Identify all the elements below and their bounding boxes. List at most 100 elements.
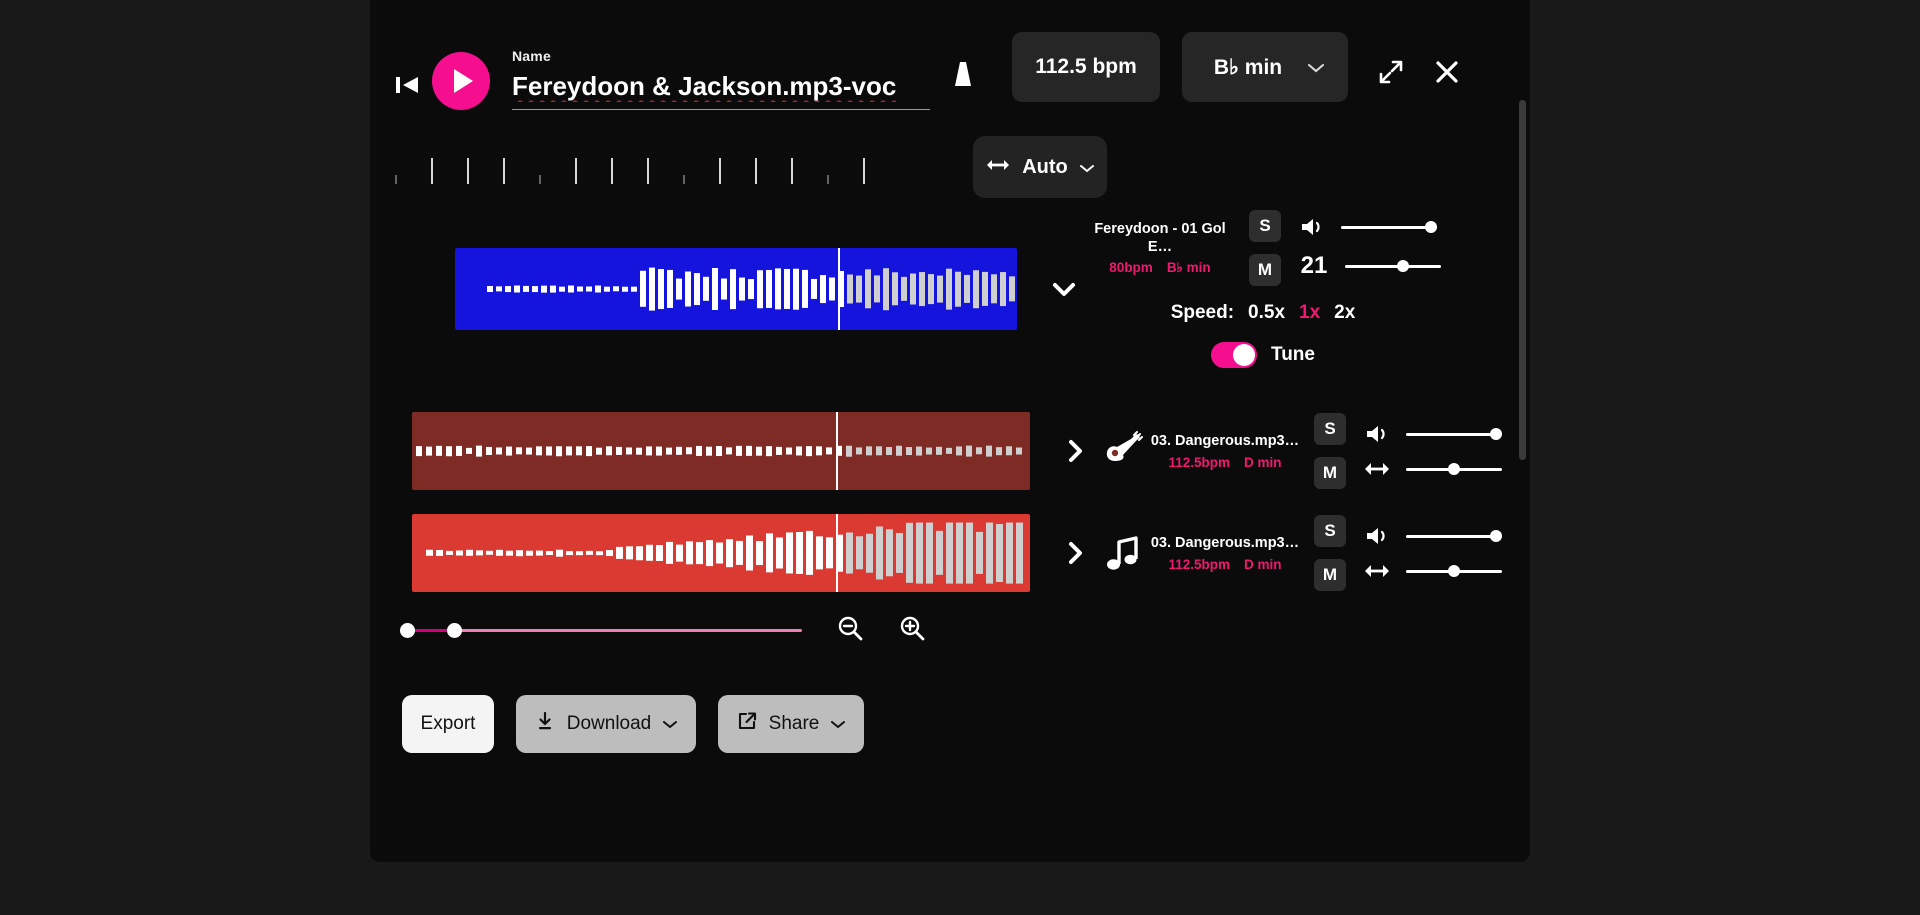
solo-mute-group: S M — [1249, 210, 1281, 286]
waveform-bar — [686, 541, 693, 565]
playhead[interactable] — [836, 514, 838, 592]
waveform-bar — [586, 550, 593, 556]
track-expander[interactable] — [1054, 438, 1096, 464]
zoom-in-icon[interactable] — [898, 614, 926, 647]
volume-icon[interactable] — [1362, 423, 1392, 445]
solo-button[interactable]: S — [1314, 515, 1346, 547]
waveform-bar — [892, 272, 898, 306]
waveform-bar — [876, 526, 883, 580]
volume-slider[interactable] — [1406, 424, 1502, 444]
waveform-bar — [506, 550, 513, 556]
volume-slider[interactable] — [1406, 526, 1502, 546]
arrows-horizontal-icon[interactable] — [1362, 460, 1392, 478]
mute-button[interactable]: M — [1249, 254, 1281, 286]
share-button[interactable]: Share — [718, 695, 864, 753]
metronome-icon[interactable] — [952, 59, 974, 94]
play-button[interactable] — [432, 52, 490, 110]
waveform-bar — [1006, 446, 1012, 456]
expand-icon[interactable] — [1378, 59, 1404, 90]
waveform-bar — [559, 286, 565, 292]
auto-button[interactable]: Auto — [973, 136, 1107, 198]
download-icon — [535, 711, 555, 737]
download-button[interactable]: Download — [516, 695, 696, 753]
waveform-bar — [811, 278, 817, 300]
waveform-bar — [1009, 276, 1015, 302]
waveform-bar — [546, 446, 552, 456]
ruler-tick — [611, 158, 613, 184]
track-key: B♭ min — [1166, 260, 1211, 276]
track-key: D min — [1244, 556, 1282, 572]
tune-toggle[interactable] — [1211, 342, 1257, 368]
name-label: Name — [512, 48, 551, 64]
waveform-bar — [991, 274, 997, 304]
waveform-bar — [916, 522, 923, 584]
waveform-bar — [656, 545, 663, 561]
ruler-tick — [863, 158, 865, 184]
track-row: 03. Dangerous.mp3… 112.5bpm D min S M — [370, 514, 1530, 592]
waveform-bar — [946, 447, 952, 455]
waveform-track-2[interactable] — [412, 412, 1030, 490]
track-row: 03. Dangerous.mp3… 112.5bpm D min S M — [370, 412, 1530, 490]
waveform-bar — [716, 542, 723, 564]
waveform-bar — [486, 550, 493, 556]
volume-slider[interactable] — [1341, 217, 1437, 237]
waveform-bar — [956, 522, 963, 584]
close-icon[interactable] — [1434, 59, 1460, 90]
mute-button[interactable]: M — [1314, 457, 1346, 489]
timeline-ruler[interactable] — [395, 150, 899, 184]
name-input[interactable] — [512, 71, 930, 110]
track-metadata: 03. Dangerous.mp3… 112.5bpm D min — [1150, 432, 1300, 469]
waveform-bar — [426, 549, 433, 557]
track-expander[interactable] — [1054, 540, 1096, 566]
speed-option-2x[interactable]: 2x — [1334, 302, 1355, 324]
waveform-bar — [766, 446, 772, 456]
solo-button[interactable]: S — [1249, 210, 1281, 242]
track-expander[interactable] — [1043, 280, 1085, 298]
zoom-range-slider[interactable] — [400, 620, 802, 642]
waveform-bar — [526, 447, 532, 455]
share-label: Share — [768, 713, 820, 734]
arrows-horizontal-icon[interactable] — [1362, 562, 1392, 580]
pan-slider[interactable] — [1406, 459, 1502, 479]
ruler-tick — [503, 158, 505, 184]
name-field-group: Name — [512, 48, 930, 110]
waveform-bar — [416, 446, 422, 456]
volume-icon[interactable] — [1297, 216, 1327, 238]
playhead[interactable] — [836, 412, 838, 490]
waveform-bar — [726, 447, 732, 455]
skip-previous-icon[interactable] — [392, 70, 422, 100]
solo-button[interactable]: S — [1314, 413, 1346, 445]
waveform-bar — [865, 269, 871, 309]
pitch-slider[interactable] — [1345, 256, 1441, 276]
waveform-bar — [883, 268, 889, 310]
export-button[interactable]: Export — [402, 695, 494, 753]
waveform-bar — [730, 269, 736, 309]
waveform-bar — [606, 446, 612, 456]
waveform-track-1[interactable] — [455, 248, 1017, 330]
waveform-bar — [595, 285, 601, 293]
waveform-bar — [775, 268, 781, 310]
pan-slider[interactable] — [1406, 561, 1502, 581]
speed-option-0.5x[interactable]: 0.5x — [1248, 302, 1285, 324]
zoom-out-icon[interactable] — [836, 614, 864, 647]
vertical-scrollbar[interactable] — [1519, 100, 1526, 460]
speed-option-1x[interactable]: 1x — [1299, 302, 1320, 324]
track-metadata: Fereydoon - 01 Gol E… 80bpm B♭ min — [1085, 220, 1235, 276]
waveform-bar — [986, 522, 993, 584]
waveform-bar — [696, 542, 703, 564]
waveform-bar — [901, 276, 907, 302]
key-selector[interactable]: B♭ min — [1182, 32, 1348, 102]
waveform-bar — [736, 540, 743, 566]
volume-icon[interactable] — [1362, 525, 1392, 547]
track-metadata: 03. Dangerous.mp3… 112.5bpm D min — [1150, 534, 1300, 571]
tune-control: Tune — [1211, 342, 1315, 368]
mute-button[interactable]: M — [1314, 559, 1346, 591]
track-row: Fereydoon - 01 Gol E… 80bpm B♭ min S M 2… — [370, 210, 1530, 368]
waveform-track-3[interactable] — [412, 514, 1030, 592]
bpm-display[interactable]: 112.5 bpm — [1012, 32, 1160, 102]
waveform-bar — [656, 446, 662, 456]
waveform-bar — [756, 541, 763, 565]
waveform-bar — [532, 286, 538, 292]
playhead[interactable] — [838, 248, 840, 330]
ruler-tick — [539, 175, 541, 184]
